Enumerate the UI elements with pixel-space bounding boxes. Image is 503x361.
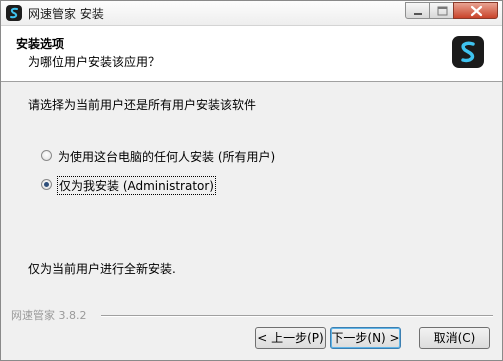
radio-current-user[interactable] [41, 179, 52, 190]
option-description: 仅为当前用户进行全新安装. [28, 262, 176, 276]
back-button[interactable]: < 上一步(P) [255, 327, 326, 349]
instruction-text: 请选择为当前用户还是所有用户安装该软件 [28, 98, 257, 112]
product-logo-icon [452, 36, 484, 68]
minimize-icon [414, 13, 422, 15]
installer-window: 网速管家 安装 安装选项 为哪位用户安装该应用？ 请选择为当前用户还是所有用户安… [0, 0, 503, 361]
minimize-button[interactable] [405, 2, 430, 19]
header-panel: 安装选项 为哪位用户安装该应用？ [1, 26, 502, 82]
app-logo-icon [6, 5, 22, 21]
brand-version: 网速管家 3.8.2 [11, 309, 87, 322]
close-button[interactable] [453, 2, 498, 19]
cancel-button[interactable]: 取消(C) [419, 327, 490, 349]
maximize-button[interactable] [429, 2, 454, 19]
maximize-icon [437, 6, 448, 16]
title-bar[interactable]: 网速管家 安装 [1, 1, 502, 26]
option-all-users-label[interactable]: 为使用这台电脑的任何人安装 (所有用户) [58, 148, 275, 165]
radio-all-users[interactable] [41, 150, 52, 161]
page-subtitle: 为哪位用户安装该应用？ [28, 55, 161, 69]
next-button[interactable]: 下一步(N) > [330, 327, 401, 349]
option-current-user-label[interactable]: 仅为我安装 (Administrator) [57, 176, 216, 195]
close-icon [470, 5, 483, 17]
page-title: 安装选项 [16, 37, 65, 51]
footer-divider [101, 315, 493, 317]
window-title: 网速管家 安装 [28, 7, 104, 21]
